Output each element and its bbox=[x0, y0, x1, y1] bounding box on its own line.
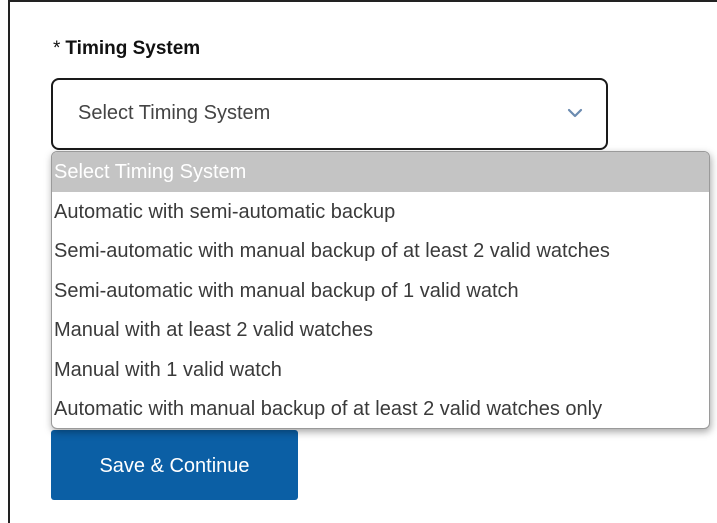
dropdown-option[interactable]: Manual with at least 2 valid watches bbox=[52, 310, 709, 350]
save-continue-button[interactable]: Save & Continue bbox=[51, 430, 298, 500]
chevron-down-icon bbox=[567, 108, 583, 118]
select-current-value: Select Timing System bbox=[78, 102, 271, 124]
dropdown-option[interactable]: Semi-automatic with manual backup of 1 v… bbox=[52, 271, 709, 311]
dropdown-option[interactable]: Automatic with semi-automatic backup bbox=[52, 192, 709, 232]
timing-system-select[interactable]: Select Timing System bbox=[51, 78, 608, 150]
timing-system-label-text: Timing System bbox=[65, 38, 201, 59]
dropdown-option[interactable]: Select Timing System bbox=[52, 152, 709, 192]
dropdown-option[interactable]: Manual with 1 valid watch bbox=[52, 350, 709, 390]
timing-system-dropdown-list[interactable]: Select Timing System Automatic with semi… bbox=[51, 151, 710, 429]
dropdown-option[interactable]: Automatic with manual backup of at least… bbox=[52, 389, 709, 428]
timing-system-label: * Timing System bbox=[53, 38, 200, 60]
dropdown-option[interactable]: Semi-automatic with manual backup of at … bbox=[52, 231, 709, 271]
required-marker: * bbox=[53, 38, 61, 59]
